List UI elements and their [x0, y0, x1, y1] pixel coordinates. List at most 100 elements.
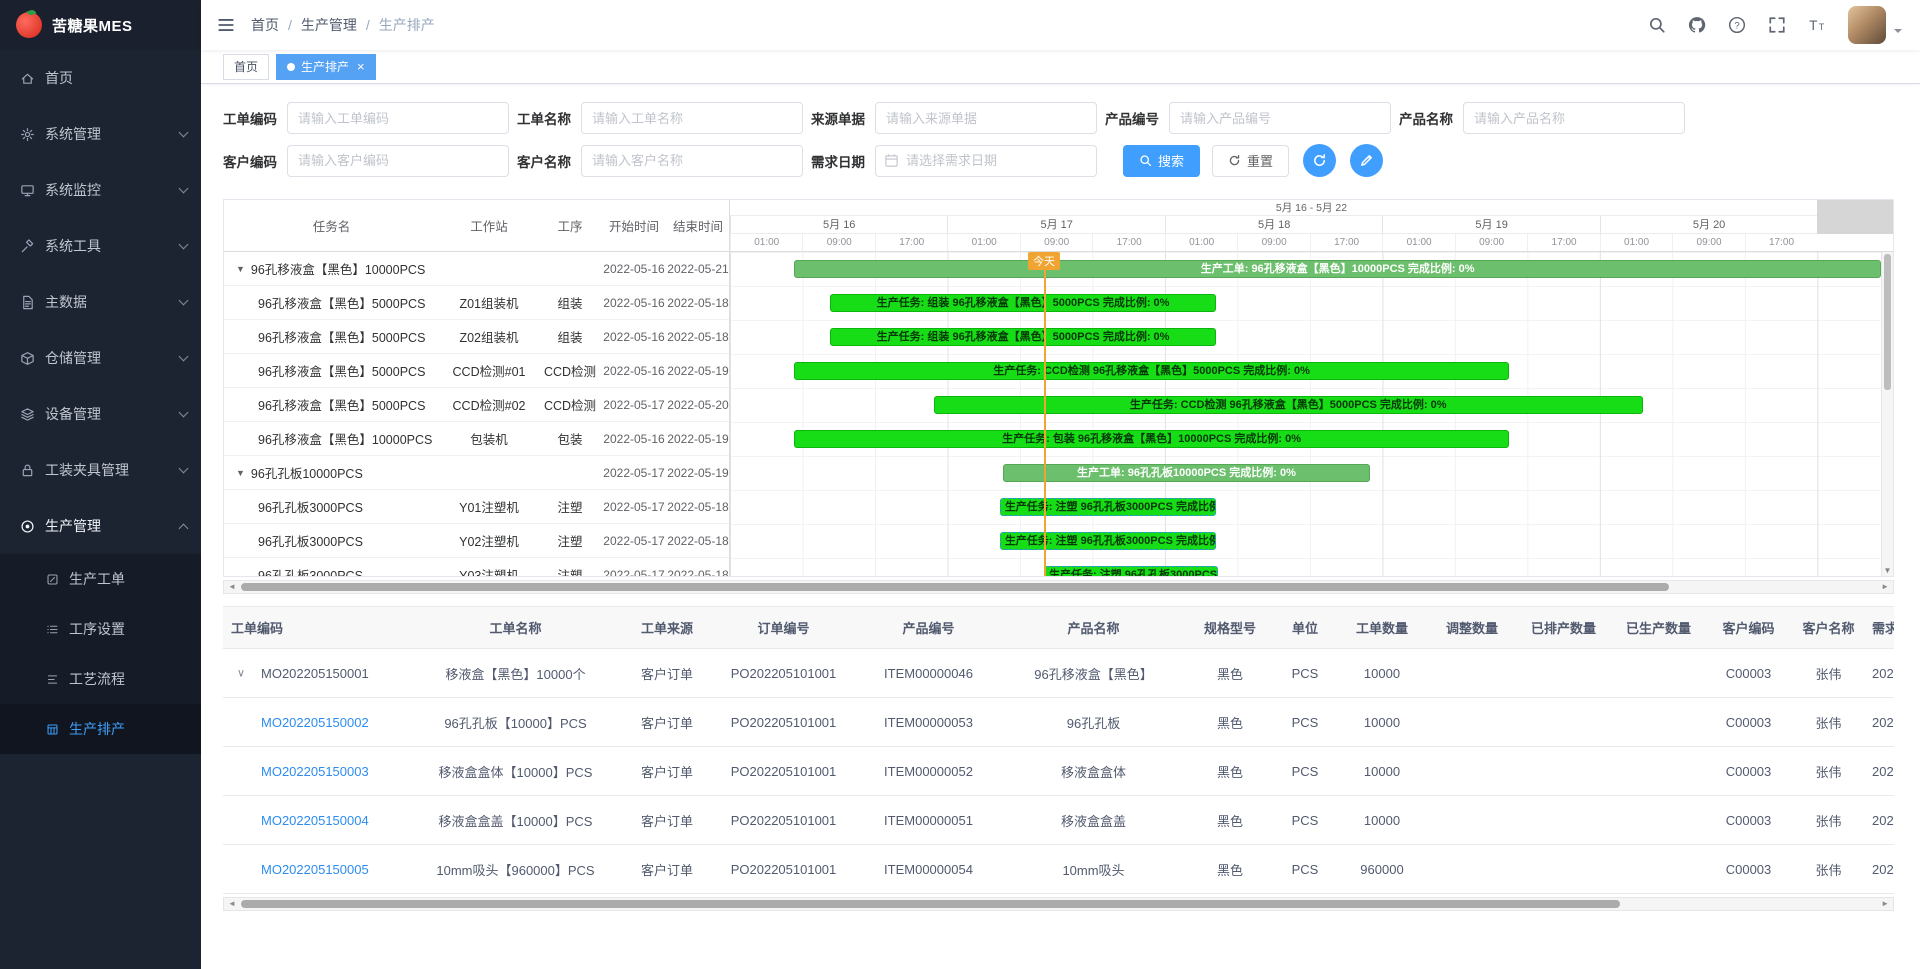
scrollbar-thumb[interactable]: [241, 583, 1669, 591]
sidebar-item-home[interactable]: 首页: [0, 50, 201, 106]
gantt-task-row[interactable]: ▼96孔移液盒【黑色】10000PCS2022-05-162022-05-21: [224, 252, 729, 286]
collapse-icon[interactable]: ▼: [236, 468, 245, 478]
help-icon[interactable]: ?: [1728, 16, 1746, 34]
scrollbar-thumb[interactable]: [241, 900, 1620, 908]
gantt-task-row[interactable]: 96孔移液盒【黑色】5000PCSZ02组装机组装2022-05-162022-…: [224, 320, 729, 354]
customer-name-input[interactable]: [581, 145, 803, 177]
workorder-link[interactable]: MO202205150002: [261, 715, 369, 730]
sidebar-submenu: 生产工单 工序设置 工艺流程 生产排产: [0, 554, 201, 754]
fullscreen-icon[interactable]: [1768, 16, 1786, 34]
flow-icon: [46, 673, 59, 686]
end-time: 2022-05-20: [667, 398, 729, 412]
tab-production-scheduling[interactable]: 生产排产×: [276, 54, 376, 80]
gantt-horizontal-scrollbar[interactable]: ◄►: [223, 580, 1894, 594]
sidebar-item-label: 首页: [45, 68, 187, 88]
source-doc-input[interactable]: [875, 102, 1097, 134]
gantt-task-row[interactable]: ▼96孔孔板10000PCS2022-05-172022-05-19: [224, 456, 729, 490]
sidebar-item-equipment[interactable]: 设备管理: [0, 386, 201, 442]
sidebar-item-fixture[interactable]: 工装夹具管理: [0, 442, 201, 498]
sidebar-item-process-settings[interactable]: 工序设置: [0, 604, 201, 654]
breadcrumb-current: 生产排产: [379, 15, 435, 35]
user-avatar[interactable]: [1848, 6, 1886, 44]
scrollbar-thumb[interactable]: [1884, 254, 1891, 390]
sidebar-item-system-tools[interactable]: 系统工具: [0, 218, 201, 274]
search-icon[interactable]: [1648, 16, 1666, 34]
gantt-task-row[interactable]: 96孔孔板3000PCSY02注塑机注塑2022-05-172022-05-18: [224, 524, 729, 558]
gantt-bar-workorder[interactable]: 生产工单: 96孔移液盒【黑色】10000PCS 完成比例: 0%: [794, 260, 1881, 278]
table-row[interactable]: ∨MO202205150001 移液盒【黑色】10000个客户订单PO20220…: [223, 649, 1894, 698]
table-row[interactable]: MO202205150003 移液盒盒体【10000】PCS客户订单PO2022…: [223, 747, 1894, 796]
sidebar-item-master-data[interactable]: 主数据: [0, 274, 201, 330]
workorder-link[interactable]: MO202205150003: [261, 764, 369, 779]
column-header: 已排产数量: [1516, 607, 1611, 649]
reset-button[interactable]: 重置: [1212, 145, 1289, 177]
pencil-icon: [1359, 153, 1374, 168]
gantt-task-row[interactable]: 96孔移液盒【黑色】5000PCSZ01组装机组装2022-05-162022-…: [224, 286, 729, 320]
breadcrumb-production[interactable]: 生产管理: [301, 15, 357, 35]
gantt-bar-workorder[interactable]: 生产工单: 96孔孔板10000PCS 完成比例: 0%: [1003, 464, 1369, 482]
sidebar-item-label: 设备管理: [45, 404, 170, 424]
refresh-button[interactable]: [1303, 144, 1336, 177]
gantt-bar-task[interactable]: 生产任务: 注塑 96孔孔板3000PCS 完成比例: 0%: [1000, 498, 1216, 516]
gantt-timeline: 5月 16 - 5月 22 5月 16 5月 17 5月 18 5月 19 5月…: [729, 200, 1893, 576]
sidebar-item-scheduling[interactable]: 生产排产: [0, 704, 201, 754]
expand-chevron-icon[interactable]: ∨: [237, 667, 245, 680]
gantt-bar-task[interactable]: 生产任务: CCD检测 96孔移液盒【黑色】5000PCS 完成比例: 0%: [794, 362, 1509, 380]
sidebar-item-work-order[interactable]: 生产工单: [0, 554, 201, 604]
product-code-input[interactable]: [1169, 102, 1391, 134]
workorder-link[interactable]: MO202205150004: [261, 813, 369, 828]
font-size-icon[interactable]: TT: [1808, 16, 1826, 34]
sidebar-item-system-monitor[interactable]: 系统监控: [0, 162, 201, 218]
edit-schedule-button[interactable]: [1350, 144, 1383, 177]
sidebar-item-warehouse[interactable]: 仓储管理: [0, 330, 201, 386]
product-name-input[interactable]: [1463, 102, 1685, 134]
gantt-vertical-scrollbar[interactable]: ▼: [1881, 252, 1893, 576]
scroll-left-arrow-icon[interactable]: ◄: [228, 583, 236, 591]
workorder-name-input[interactable]: [581, 102, 803, 134]
gantt-bar-row: 生产任务: 注塑 96孔孔板3000PCS 完成比例: 0%: [730, 524, 1893, 558]
github-icon[interactable]: [1688, 16, 1706, 34]
gantt-bar-task[interactable]: 生产任务: 注塑 96孔孔板3000PCS 完成比例: 0%: [1044, 566, 1218, 577]
breadcrumb-home[interactable]: 首页: [251, 15, 279, 35]
table-row[interactable]: MO202205150002 96孔孔板【10000】PCS客户订单PO2022…: [223, 698, 1894, 747]
scroll-left-arrow-icon[interactable]: ◄: [228, 900, 236, 908]
sidebar-item-production[interactable]: 生产管理: [0, 498, 201, 554]
list-icon: [46, 623, 59, 636]
start-time: 2022-05-17: [601, 398, 667, 412]
demand-date-input[interactable]: [875, 145, 1097, 177]
app-logo[interactable]: 苦糖果MES: [0, 0, 201, 50]
tab-home[interactable]: 首页: [223, 54, 269, 80]
gantt-bar-task[interactable]: 生产任务: 组装 96孔移液盒【黑色】5000PCS 完成比例: 0%: [830, 328, 1216, 346]
gantt-bar-task[interactable]: 生产任务: 注塑 96孔孔板3000PCS 完成比例: 0%: [1000, 532, 1216, 550]
scroll-down-arrow-icon[interactable]: ▼: [1882, 567, 1893, 575]
gantt-bar-task[interactable]: 生产任务: 组装 96孔移液盒【黑色】5000PCS 完成比例: 0%: [830, 294, 1216, 312]
customer-code-input[interactable]: [287, 145, 509, 177]
gantt-task-row[interactable]: 96孔孔板3000PCSY01注塑机注塑2022-05-172022-05-18: [224, 490, 729, 524]
scroll-right-arrow-icon[interactable]: ►: [1881, 900, 1889, 908]
gantt-task-row[interactable]: 96孔孔板3000PCSY03注塑机注塑2022-05-172022-05-18: [224, 558, 729, 577]
filter-workorder-name: 工单名称: [517, 102, 811, 134]
table-row[interactable]: MO202205150004 移液盒盒盖【10000】PCS客户订单PO2022…: [223, 796, 1894, 845]
gantt-bar-task[interactable]: 生产任务: 包装 96孔移液盒【黑色】10000PCS 完成比例: 0%: [794, 430, 1509, 448]
collapse-icon[interactable]: ▼: [236, 264, 245, 274]
search-button[interactable]: 搜索: [1123, 145, 1200, 177]
scroll-right-arrow-icon[interactable]: ►: [1881, 583, 1889, 591]
sidebar-item-system-management[interactable]: 系统管理: [0, 106, 201, 162]
workorder-link[interactable]: MO202205150001: [261, 666, 369, 681]
task-name: 96孔移液盒【黑色】10000PCS: [251, 259, 425, 278]
gantt-task-row[interactable]: 96孔移液盒【黑色】10000PCS包装机包装2022-05-162022-05…: [224, 422, 729, 456]
table-horizontal-scrollbar[interactable]: ◄►: [223, 897, 1894, 911]
gantt-bar-task[interactable]: 生产任务: CCD检测 96孔移液盒【黑色】5000PCS 完成比例: 0%: [934, 396, 1643, 414]
sidebar-item-process-flow[interactable]: 工艺流程: [0, 654, 201, 704]
column-header: 工单名称: [408, 607, 623, 649]
table-row[interactable]: MO202205150005 10mm吸头【960000】PCS客户订单PO20…: [223, 845, 1894, 894]
gantt-task-row[interactable]: 96孔移液盒【黑色】5000PCSCCD检测#02CCD检测2022-05-17…: [224, 388, 729, 422]
station: 包装机: [439, 429, 539, 448]
close-icon[interactable]: ×: [357, 59, 365, 74]
production-icon: [20, 519, 35, 534]
hamburger-icon[interactable]: [217, 16, 235, 34]
caret-down-icon[interactable]: [1894, 29, 1902, 37]
workorder-link[interactable]: MO202205150005: [261, 862, 369, 877]
gantt-task-row[interactable]: 96孔移液盒【黑色】5000PCSCCD检测#01CCD检测2022-05-16…: [224, 354, 729, 388]
workorder-code-input[interactable]: [287, 102, 509, 134]
